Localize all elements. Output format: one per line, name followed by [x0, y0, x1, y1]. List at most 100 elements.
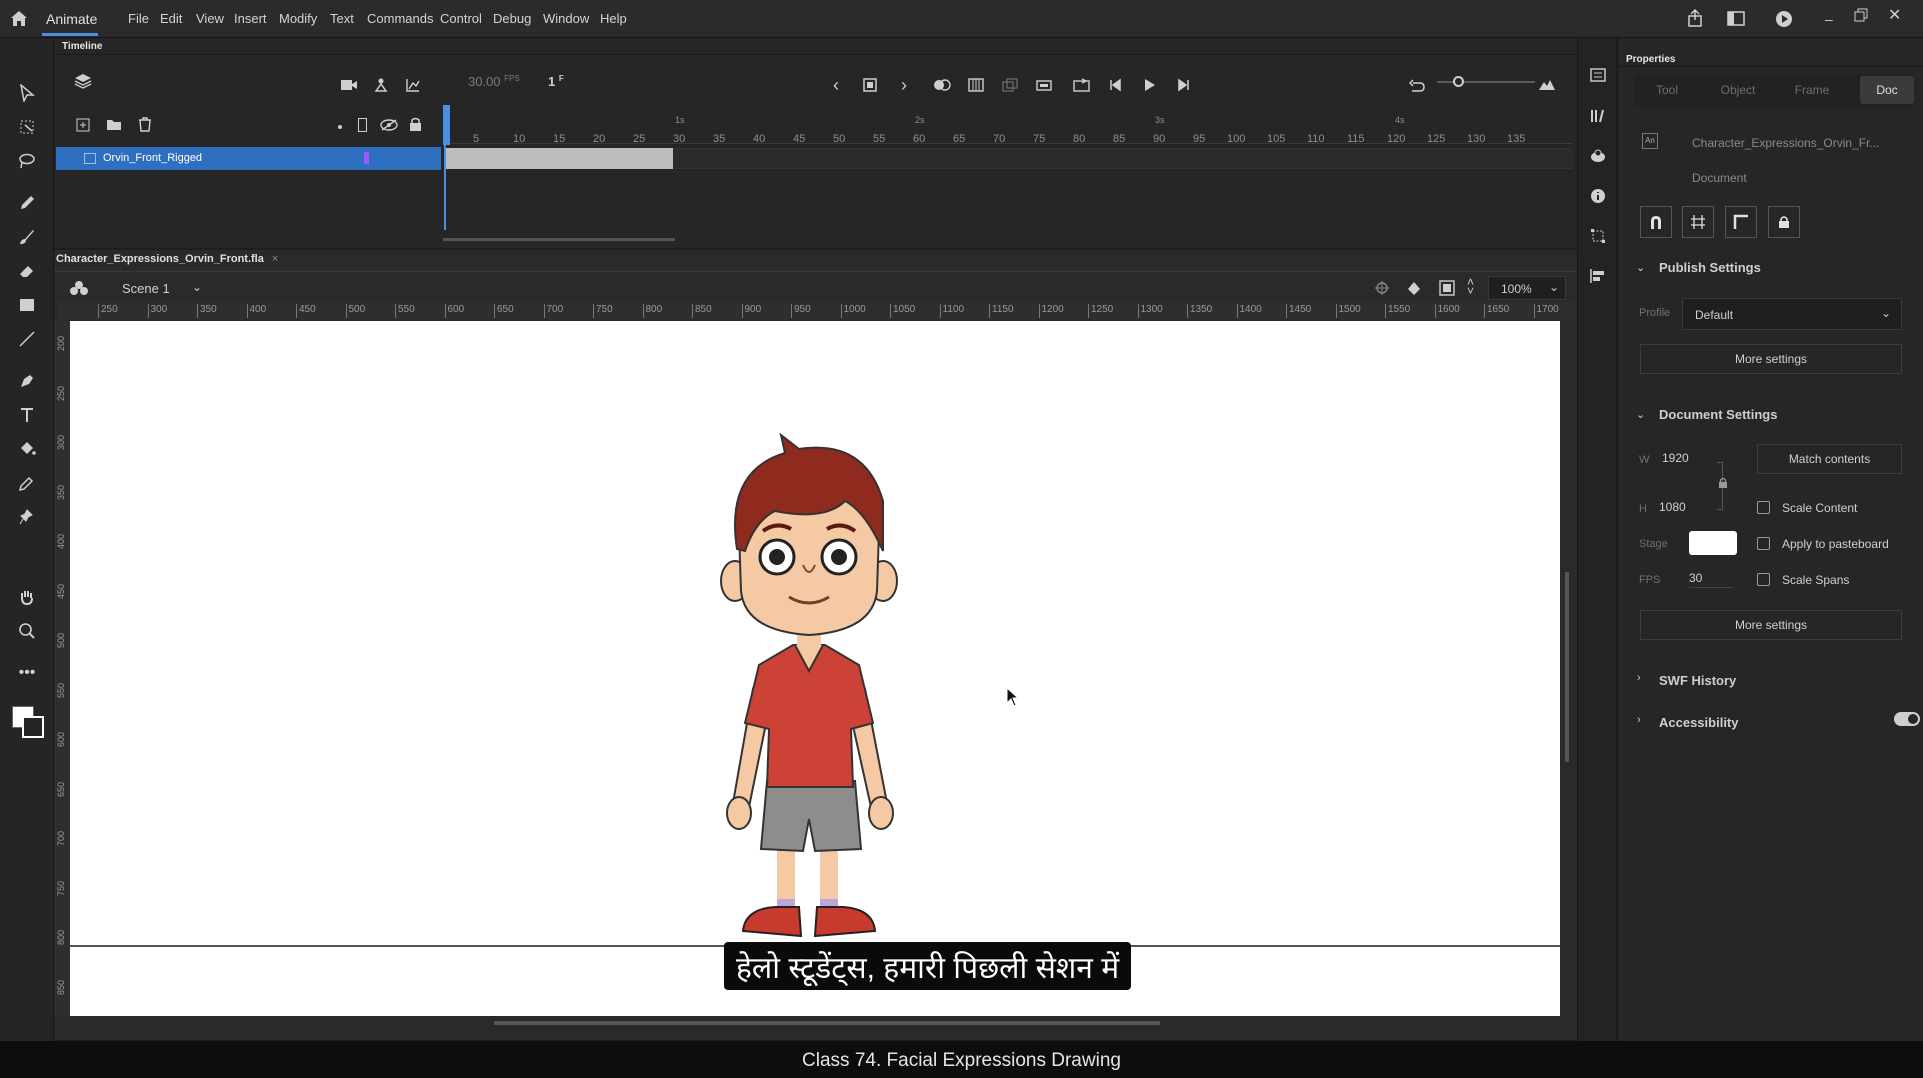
accessibility-title[interactable]: Accessibility	[1659, 715, 1739, 730]
layer-name[interactable]: Orvin_Front_Rigged	[103, 152, 202, 164]
insert-keyframe-icon[interactable]	[859, 74, 881, 96]
fill-color-swatch[interactable]	[22, 716, 44, 738]
layer-color-marker[interactable]	[364, 152, 369, 164]
stage-v-scrollbar[interactable]	[1565, 572, 1569, 762]
scene-icon[interactable]	[70, 280, 88, 296]
pencil-tool-icon[interactable]	[14, 190, 40, 216]
line-tool-icon[interactable]	[14, 326, 40, 352]
paint-bucket-tool-icon[interactable]	[14, 436, 40, 462]
restore-icon[interactable]	[1854, 8, 1868, 22]
stage-h-scrollbar[interactable]	[494, 1021, 1160, 1025]
transform-panel-icon[interactable]	[1590, 228, 1606, 244]
character-orvin[interactable]	[715, 431, 915, 941]
free-transform-tool-icon[interactable]	[14, 114, 40, 140]
width-input[interactable]: 1920	[1662, 451, 1712, 465]
more-tools-icon[interactable]: •••	[14, 660, 40, 686]
new-folder-icon[interactable]	[106, 118, 122, 131]
prev-keyframe-icon[interactable]: ‹	[825, 74, 847, 96]
height-input[interactable]: 1080	[1659, 500, 1709, 514]
library-panel-icon[interactable]	[1590, 108, 1606, 124]
graph-icon[interactable]	[402, 74, 424, 96]
apply-pasteboard-checkbox[interactable]	[1757, 537, 1770, 550]
lock-guides-icon[interactable]	[1768, 206, 1800, 238]
pin-tool-icon[interactable]	[14, 504, 40, 530]
swf-history-title[interactable]: SWF History	[1659, 673, 1736, 688]
menu-view[interactable]: View	[196, 11, 224, 26]
onion-skin-icon[interactable]	[931, 74, 953, 96]
assets-panel-icon[interactable]	[1590, 148, 1606, 164]
delete-layer-icon[interactable]	[138, 117, 152, 132]
docsettings-expand-icon[interactable]: ⌄	[1636, 408, 1645, 421]
playhead[interactable]	[443, 105, 450, 145]
menu-debug[interactable]: Debug	[493, 11, 531, 26]
edit-multiple-frames-icon[interactable]	[965, 74, 987, 96]
fps-input[interactable]: 30	[1689, 571, 1729, 585]
menu-text[interactable]: Text	[330, 11, 354, 26]
tab-frame[interactable]: Frame	[1776, 74, 1848, 106]
info-panel-icon[interactable]	[1590, 188, 1606, 204]
empty-frames[interactable]	[673, 148, 1573, 169]
menu-modify[interactable]: Modify	[279, 11, 317, 26]
pen-tool-icon[interactable]	[14, 368, 40, 394]
scene-dropdown-icon[interactable]: ⌄	[192, 280, 202, 294]
accessibility-toggle[interactable]	[1894, 712, 1920, 726]
new-layer-icon[interactable]	[76, 118, 90, 132]
frame-view-icon[interactable]	[999, 74, 1021, 96]
outline-icon[interactable]	[358, 118, 367, 132]
guides-icon[interactable]	[1682, 206, 1714, 238]
loop-icon[interactable]	[1071, 74, 1093, 96]
highlight-dot-icon[interactable]	[338, 125, 342, 129]
hand-tool-icon[interactable]	[14, 584, 40, 610]
workspace-icon[interactable]	[1727, 11, 1745, 26]
visibility-icon[interactable]	[380, 119, 398, 131]
snap-icon[interactable]	[1640, 206, 1672, 238]
selection-tool-icon[interactable]	[14, 80, 40, 106]
edit-symbols-icon[interactable]	[1405, 279, 1423, 296]
menu-file[interactable]: File	[128, 11, 149, 26]
fit-frames-icon[interactable]	[1536, 74, 1558, 96]
close-icon[interactable]: ✕	[1888, 5, 1901, 25]
lasso-tool-icon[interactable]	[14, 148, 40, 174]
home-icon[interactable]	[10, 10, 28, 27]
minimize-icon[interactable]: –	[1825, 11, 1833, 27]
timeline-zoom-handle[interactable]	[1453, 76, 1464, 87]
text-tool-icon[interactable]	[14, 402, 40, 428]
eraser-tool-icon[interactable]	[14, 258, 40, 284]
test-movie-icon[interactable]	[1775, 10, 1793, 28]
frame-span[interactable]	[444, 148, 673, 169]
fps-value[interactable]: 30.00 FPS	[468, 74, 520, 89]
tab-close-icon[interactable]: ×	[272, 253, 278, 265]
rectangle-tool-icon[interactable]	[14, 292, 40, 318]
center-stage-icon[interactable]	[1374, 280, 1390, 296]
tab-tool[interactable]: Tool	[1634, 74, 1700, 106]
timeline-scrollbar[interactable]	[443, 238, 675, 241]
zoom-stepper-icon[interactable]: ˄ ˅	[1467, 276, 1474, 297]
publish-more-settings-button[interactable]: More settings	[1640, 344, 1902, 374]
match-contents-button[interactable]: Match contents	[1757, 444, 1902, 474]
stage-canvas[interactable]	[70, 321, 1560, 1016]
eyedropper-tool-icon[interactable]	[14, 470, 40, 496]
menu-edit[interactable]: Edit	[160, 11, 182, 26]
menu-insert[interactable]: Insert	[234, 11, 267, 26]
tab-doc[interactable]: Doc	[1860, 76, 1914, 104]
next-keyframe-icon[interactable]: ›	[893, 74, 915, 96]
step-forward-icon[interactable]	[1172, 74, 1194, 96]
zoom-select[interactable]: 100% ⌄	[1488, 276, 1566, 300]
frame-ruler[interactable]: 5 10 15 20 25 30 35 40 45 50 55 60 65 70 75 80 85 90 95 100…	[443, 115, 1573, 145]
swf-expand-icon[interactable]: ›	[1637, 672, 1641, 684]
zoom-tool-icon[interactable]	[14, 618, 40, 644]
scale-content-checkbox[interactable]	[1757, 501, 1770, 514]
scene-name[interactable]: Scene 1	[122, 281, 170, 296]
menu-help[interactable]: Help	[600, 11, 627, 26]
brush-tool-icon[interactable]	[14, 224, 40, 250]
clip-stage-icon[interactable]	[1439, 280, 1455, 296]
document-tab[interactable]: Character_Expressions_Orvin_Front.fla ×	[56, 253, 278, 271]
grid-icon[interactable]	[1725, 206, 1757, 238]
stage-color-swatch[interactable]	[1689, 531, 1737, 555]
camera-icon[interactable]	[338, 74, 360, 96]
current-frame[interactable]: 1 F	[548, 74, 564, 89]
publish-expand-icon[interactable]: ⌄	[1636, 261, 1645, 274]
layer-row[interactable]: Orvin_Front_Rigged	[56, 147, 441, 170]
timeline-zoom-slider[interactable]	[1437, 81, 1535, 83]
publish-settings-title[interactable]: Publish Settings	[1659, 260, 1761, 275]
